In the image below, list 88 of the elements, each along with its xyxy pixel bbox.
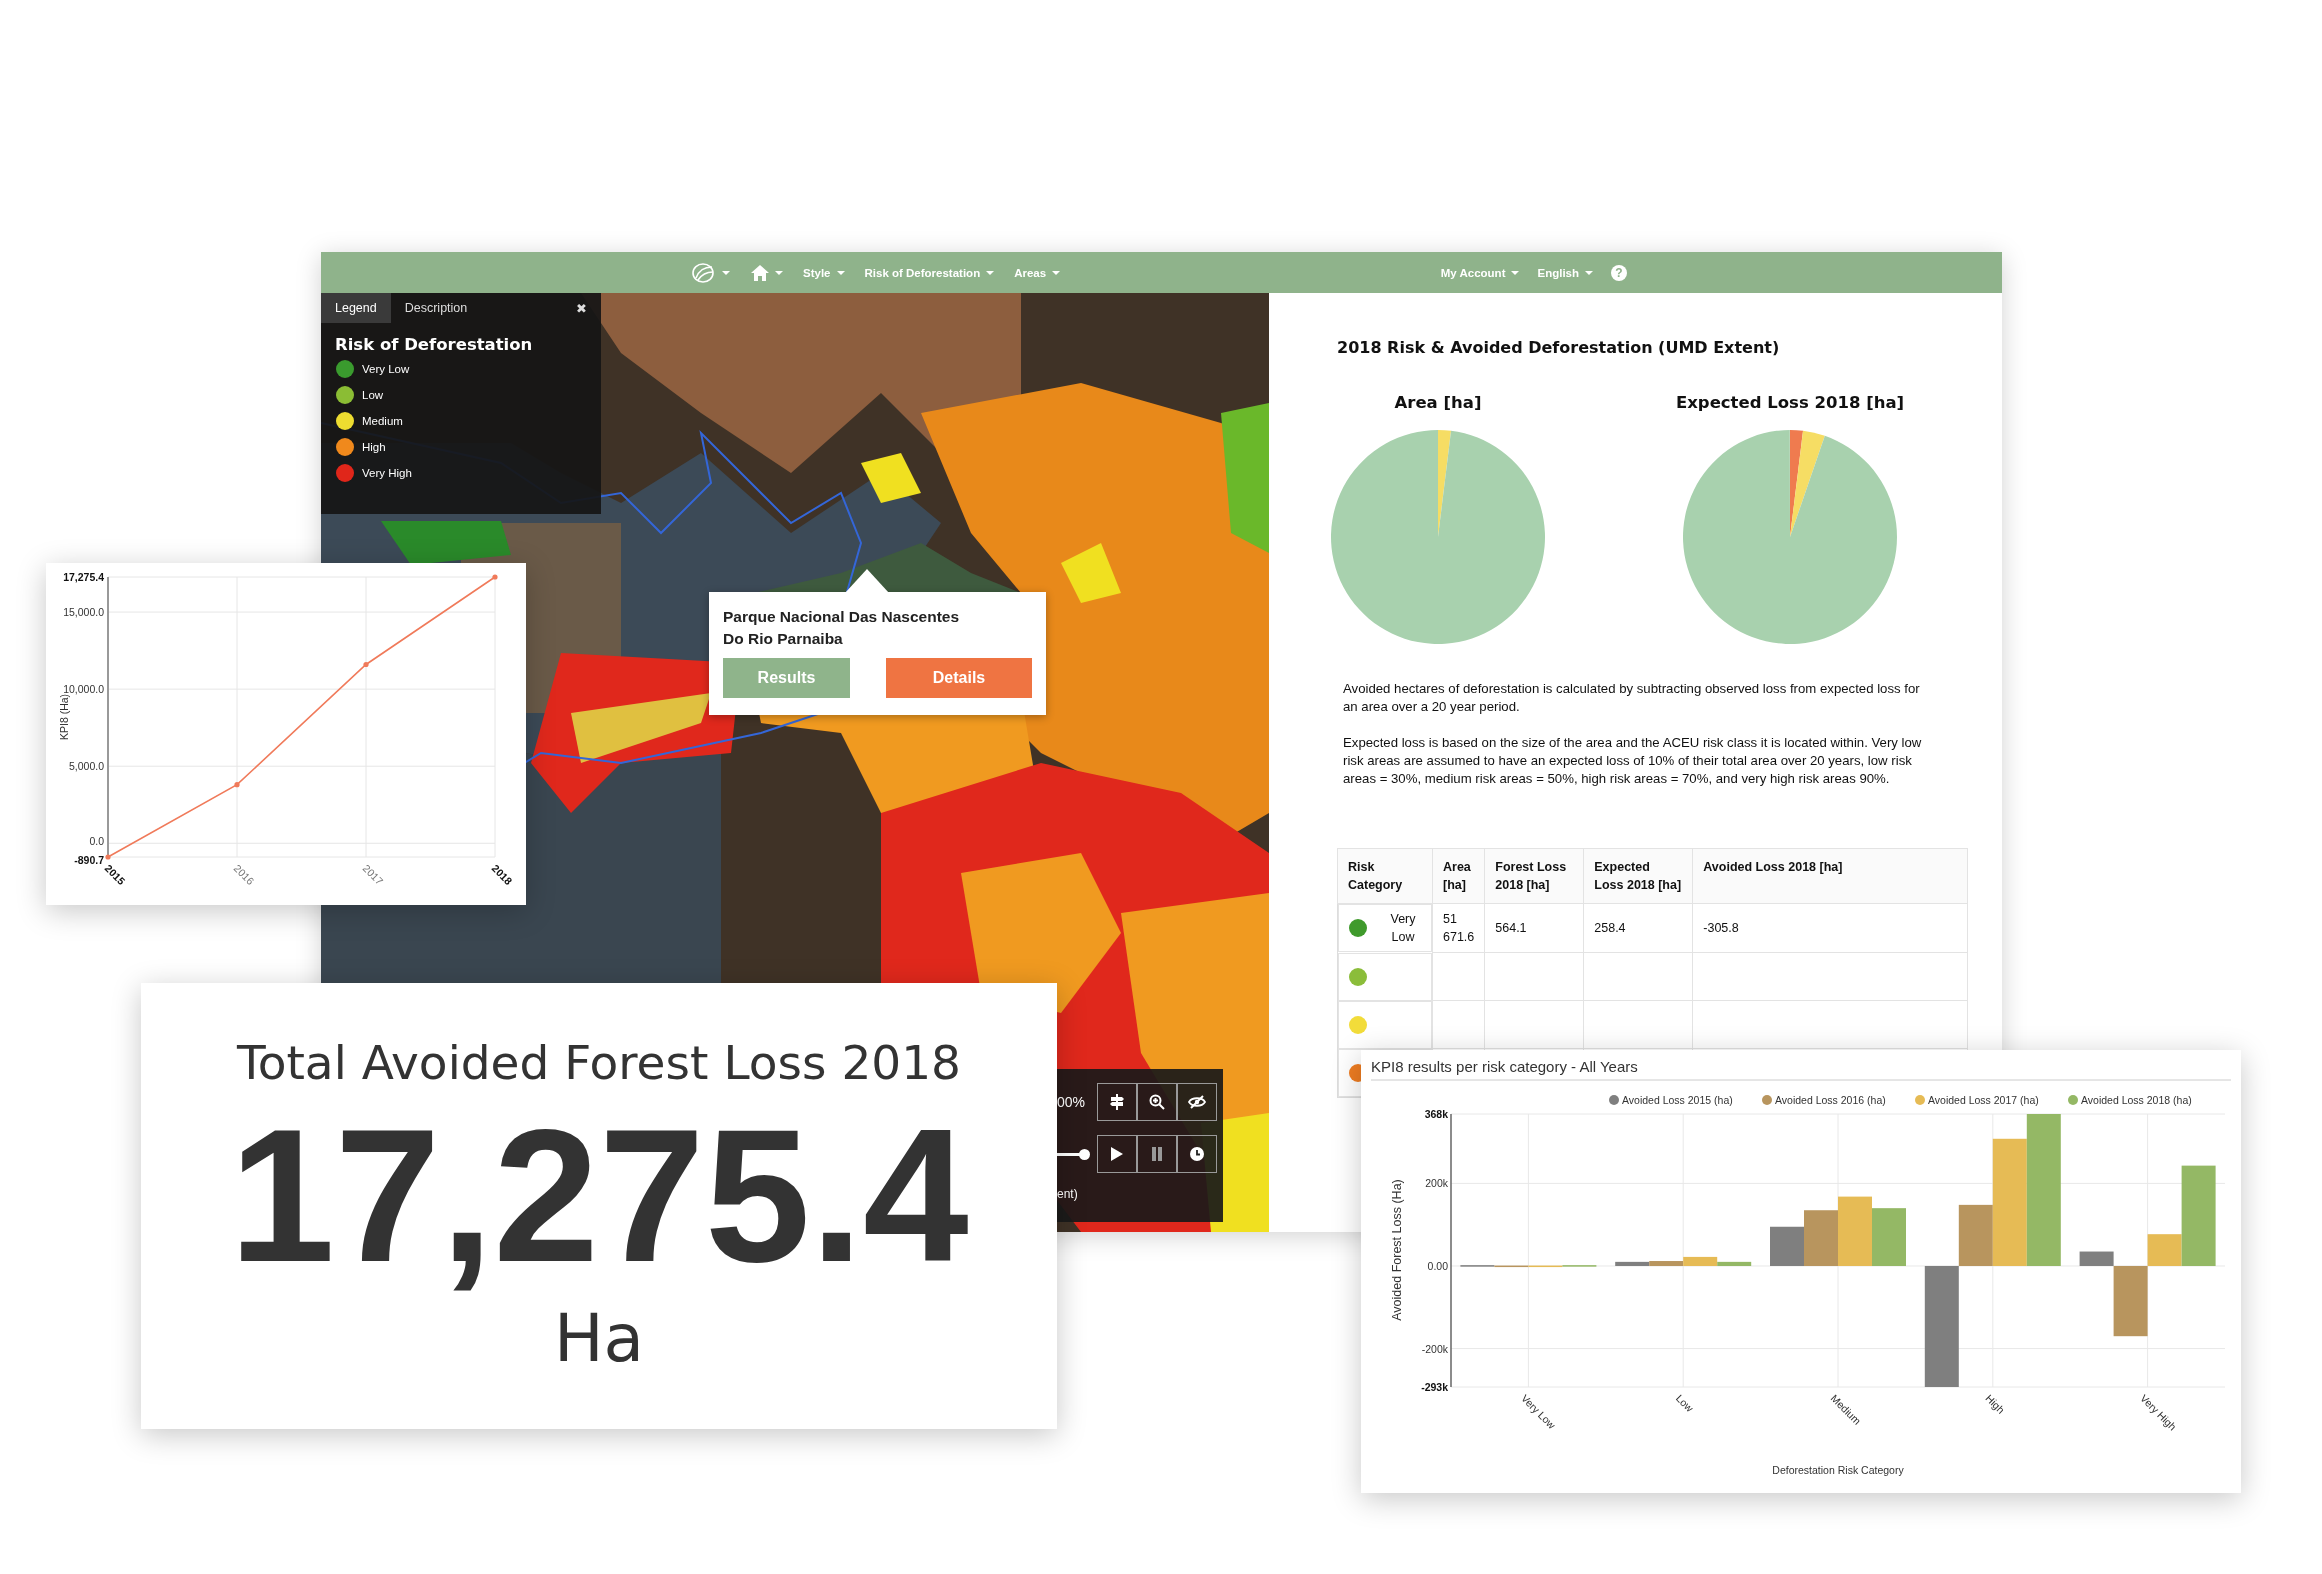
home-icon <box>750 263 770 282</box>
axis-tick-label: 15,000.0 <box>63 606 104 619</box>
help-button[interactable]: ? <box>1611 264 1627 281</box>
table-cell: -305.8 <box>1692 903 1968 953</box>
table-cell-text: Very Low <box>1389 911 1417 946</box>
table-cell: 51 671.6 <box>1432 903 1485 953</box>
report-title: 2018 Risk & Avoided Deforestation (UMD Extent) <box>1337 338 1781 357</box>
popup-button[interactable]: Details <box>886 658 1032 698</box>
description-paragraph: Avoided hectares of deforestation is calculated by subtracting observed loss from expected loss for an area over a 20 year period. <box>1343 680 1921 716</box>
nav-menu[interactable]: My Account <box>1440 266 1520 279</box>
bar <box>1804 1210 1838 1266</box>
axis-tick-label: 17,275.4 <box>63 571 104 583</box>
axis-tick-label: -200k <box>1421 1342 1448 1355</box>
play-button[interactable] <box>1097 1135 1137 1173</box>
nav-menu[interactable]: Areas <box>1014 266 1061 279</box>
signpost-icon <box>1109 1094 1125 1110</box>
signpost-button[interactable] <box>1097 1083 1137 1121</box>
legend-tab[interactable]: Description <box>390 293 482 323</box>
axis-tick-label: -293k <box>1421 1381 1448 1393</box>
axis-title: Avoided Forest Loss (Ha) <box>1390 1179 1404 1321</box>
leaf-logo-icon <box>691 261 717 284</box>
legend-label: Very Low <box>362 363 410 375</box>
table-cell: 258.4 <box>1583 903 1693 953</box>
total-unit: Ha <box>553 1300 645 1377</box>
zoom-in-icon <box>1149 1094 1165 1110</box>
axis-tick-label: Low <box>1673 1391 1696 1415</box>
data-point <box>492 574 498 580</box>
nav-menu[interactable]: Risk of Deforestation <box>864 266 995 279</box>
legend-label: Avoided Loss 2018 (ha) <box>2081 1094 2192 1106</box>
bar <box>1770 1226 1804 1266</box>
close-button[interactable]: ✖ <box>576 300 587 316</box>
legend-label: Very High <box>362 467 412 479</box>
pause-icon <box>1151 1147 1163 1161</box>
chart-title: KPI8 results per risk category - All Years <box>1371 1058 1638 1075</box>
legend-label: Avoided Loss 2017 (ha) <box>1928 1094 2039 1106</box>
play-icon <box>1110 1146 1124 1162</box>
data-point <box>234 782 240 788</box>
axis-title: KPI8 (Ha) <box>58 693 70 741</box>
axis-tick-label: -890.7 <box>74 854 104 866</box>
opacity-label: 00% <box>1057 1094 1086 1110</box>
column-header: Area [ha] <box>1432 848 1485 904</box>
caret-icon <box>775 269 783 276</box>
data-point <box>363 661 369 668</box>
clock-icon <box>1189 1146 1205 1162</box>
nav-menu[interactable]: Style <box>803 266 845 279</box>
popup-title: Parque Nacional Das Nascentes Do Rio Parnaiba <box>723 607 961 649</box>
history-button[interactable] <box>1177 1135 1217 1173</box>
total-title: Total Avoided Forest Loss 2018 <box>236 1035 962 1090</box>
legend-label: High <box>362 441 386 453</box>
axis-tick-label: 200k <box>1425 1177 1448 1190</box>
popup-button[interactable]: Results <box>723 658 850 698</box>
description-paragraph: Expected loss is based on the size of the area and the ACEU risk class it is located within. Very low risk areas are assumed to have an expected loss of 10% of their total area over 20 years, low risk areas = 30%, medium risk areas = 50%, high risk areas = 70%, and very high risk areas 90%. <box>1343 734 1923 788</box>
legend-tab[interactable]: Legend <box>321 293 391 323</box>
legend-label: Avoided Loss 2016 (ha) <box>1775 1094 1886 1106</box>
data-point <box>105 854 111 860</box>
legend-title: Risk of Deforestation <box>335 335 534 354</box>
bar <box>1838 1196 1872 1266</box>
pause-button[interactable] <box>1137 1135 1177 1173</box>
axis-tick-label: 5,000.0 <box>68 760 104 773</box>
caption-text: ent) <box>1057 1187 1079 1201</box>
column-header: Expected Loss 2018 [ha] <box>1583 848 1693 904</box>
caret-icon <box>836 269 845 276</box>
caret-icon <box>722 269 730 276</box>
column-header: Avoided Loss 2018 [ha] <box>1692 848 1968 904</box>
slider-thumb[interactable] <box>1079 1148 1090 1160</box>
nav-menu[interactable]: English <box>1537 266 1593 279</box>
legend-label: Medium <box>362 415 403 427</box>
axis-tick-label: 10,000.0 <box>63 683 104 696</box>
column-header: Risk Category <box>1337 848 1433 904</box>
total-value: 17,275.4 <box>229 1100 969 1290</box>
legend-label: Avoided Loss 2015 (ha) <box>1622 1094 1733 1106</box>
caret-icon <box>1052 269 1061 276</box>
column-header: Forest Loss 2018 [ha] <box>1484 848 1584 904</box>
caret-icon <box>986 269 995 276</box>
caret-icon <box>1585 269 1593 276</box>
legend-label: Low <box>362 389 384 401</box>
caret-icon <box>1511 269 1520 276</box>
zoom-button[interactable] <box>1137 1083 1177 1121</box>
axis-title: Deforestation Risk Category <box>1772 1464 1904 1476</box>
eye-slash-icon <box>1188 1094 1206 1110</box>
pie-title: Expected Loss 2018 [ha] <box>1675 393 1905 412</box>
visibility-button[interactable] <box>1177 1083 1217 1121</box>
axis-tick-label: 0.00 <box>1427 1260 1448 1272</box>
axis-tick-label: 368k <box>1424 1108 1448 1120</box>
pie-title: Area [ha] <box>1394 393 1482 412</box>
table-cell: 564.1 <box>1484 903 1584 953</box>
bar <box>1872 1208 1906 1266</box>
axis-tick-label: 0.0 <box>89 835 104 848</box>
